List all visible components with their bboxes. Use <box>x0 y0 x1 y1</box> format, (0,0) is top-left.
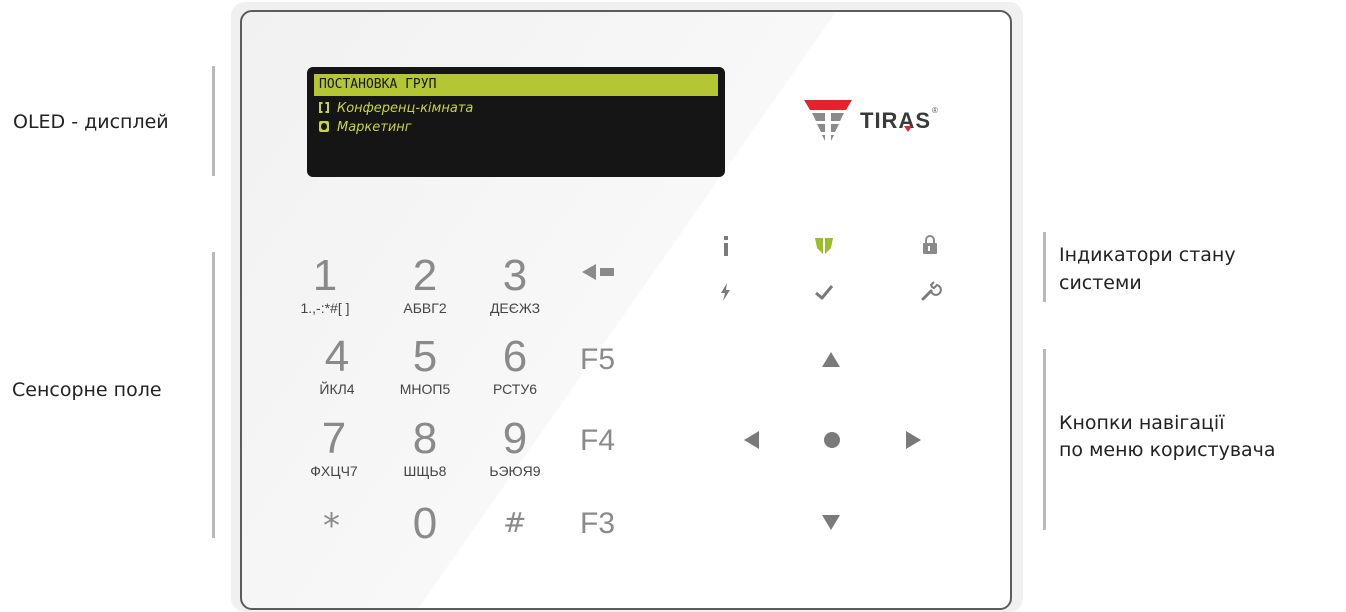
key-8[interactable]: 8 ШЩЬ8 <box>390 417 460 480</box>
key-0[interactable]: 0 <box>390 502 460 546</box>
right-arrow-icon[interactable] <box>903 430 923 450</box>
touch-field-label-line <box>212 252 215 538</box>
key-f3[interactable]: F3 <box>580 509 615 539</box>
key-star[interactable]: * <box>323 509 340 543</box>
registered-mark: ® <box>932 106 938 115</box>
logo-red-accent-icon <box>904 126 912 132</box>
key-3[interactable]: 3 ДЕЄЖЗ <box>480 254 550 317</box>
checked-box-icon <box>319 121 329 132</box>
key-5[interactable]: 5 МНОП5 <box>390 335 460 398</box>
display-row-conference: Конференц-кімната <box>319 100 473 118</box>
navigation-label-line2: по меню користувача <box>1059 439 1276 461</box>
oled-label-line <box>212 66 215 176</box>
info-icon <box>724 236 728 256</box>
oled-display-label: OLED - дисплей <box>13 111 169 133</box>
service-wrench-icon <box>921 281 942 301</box>
indicators-label-line <box>1043 232 1046 302</box>
ok-dot-icon[interactable] <box>822 430 842 450</box>
logo-text: TIRAS <box>860 108 931 133</box>
display-row-marketing: Маркетинг <box>319 119 412 137</box>
navigation-label-line <box>1043 349 1046 530</box>
key-hash[interactable]: # <box>503 506 526 540</box>
up-arrow-icon[interactable] <box>821 350 841 370</box>
key-f5[interactable]: F5 <box>580 345 615 375</box>
key-2[interactable]: 2 АБВГ2 <box>390 254 460 317</box>
indicators-label-line1: Індикатори стану <box>1059 244 1236 266</box>
key-4[interactable]: 4 ЙКЛ4 <box>302 335 372 398</box>
unchecked-box-icon <box>319 102 329 113</box>
touch-field-label: Сенсорне поле <box>12 379 162 401</box>
display-title: ПОСТАНОВКА ГРУП <box>314 74 718 96</box>
key-7[interactable]: 7 ФХЦЧ7 <box>299 417 369 480</box>
keypad-device: ПОСТАНОВКА ГРУП Конференц-кімната Маркет… <box>240 10 1012 610</box>
power-icon <box>721 283 730 301</box>
lock-icon <box>923 235 937 254</box>
navigation-label-line1: Кнопки навігації <box>1059 412 1225 434</box>
key-1[interactable]: 1 1.,-:*#[ ] <box>290 254 360 317</box>
tiras-logo-mark-icon <box>804 100 852 141</box>
down-arrow-icon[interactable] <box>821 512 841 532</box>
oled-display: ПОСТАНОВКА ГРУП Конференц-кімната Маркет… <box>307 67 725 177</box>
key-6[interactable]: 6 РСТУ6 <box>480 335 550 398</box>
indicators-label-line2: системи <box>1059 272 1142 294</box>
tiras-logo: TIRAS ® <box>802 96 962 146</box>
left-arrow-icon[interactable] <box>742 430 762 450</box>
key-9[interactable]: 9 ЬЭЮЯ9 <box>480 417 550 480</box>
ready-check-icon <box>815 285 834 300</box>
armed-shield-icon <box>815 238 833 254</box>
backspace-arrow-icon[interactable] <box>582 264 618 280</box>
key-f4[interactable]: F4 <box>580 426 615 456</box>
